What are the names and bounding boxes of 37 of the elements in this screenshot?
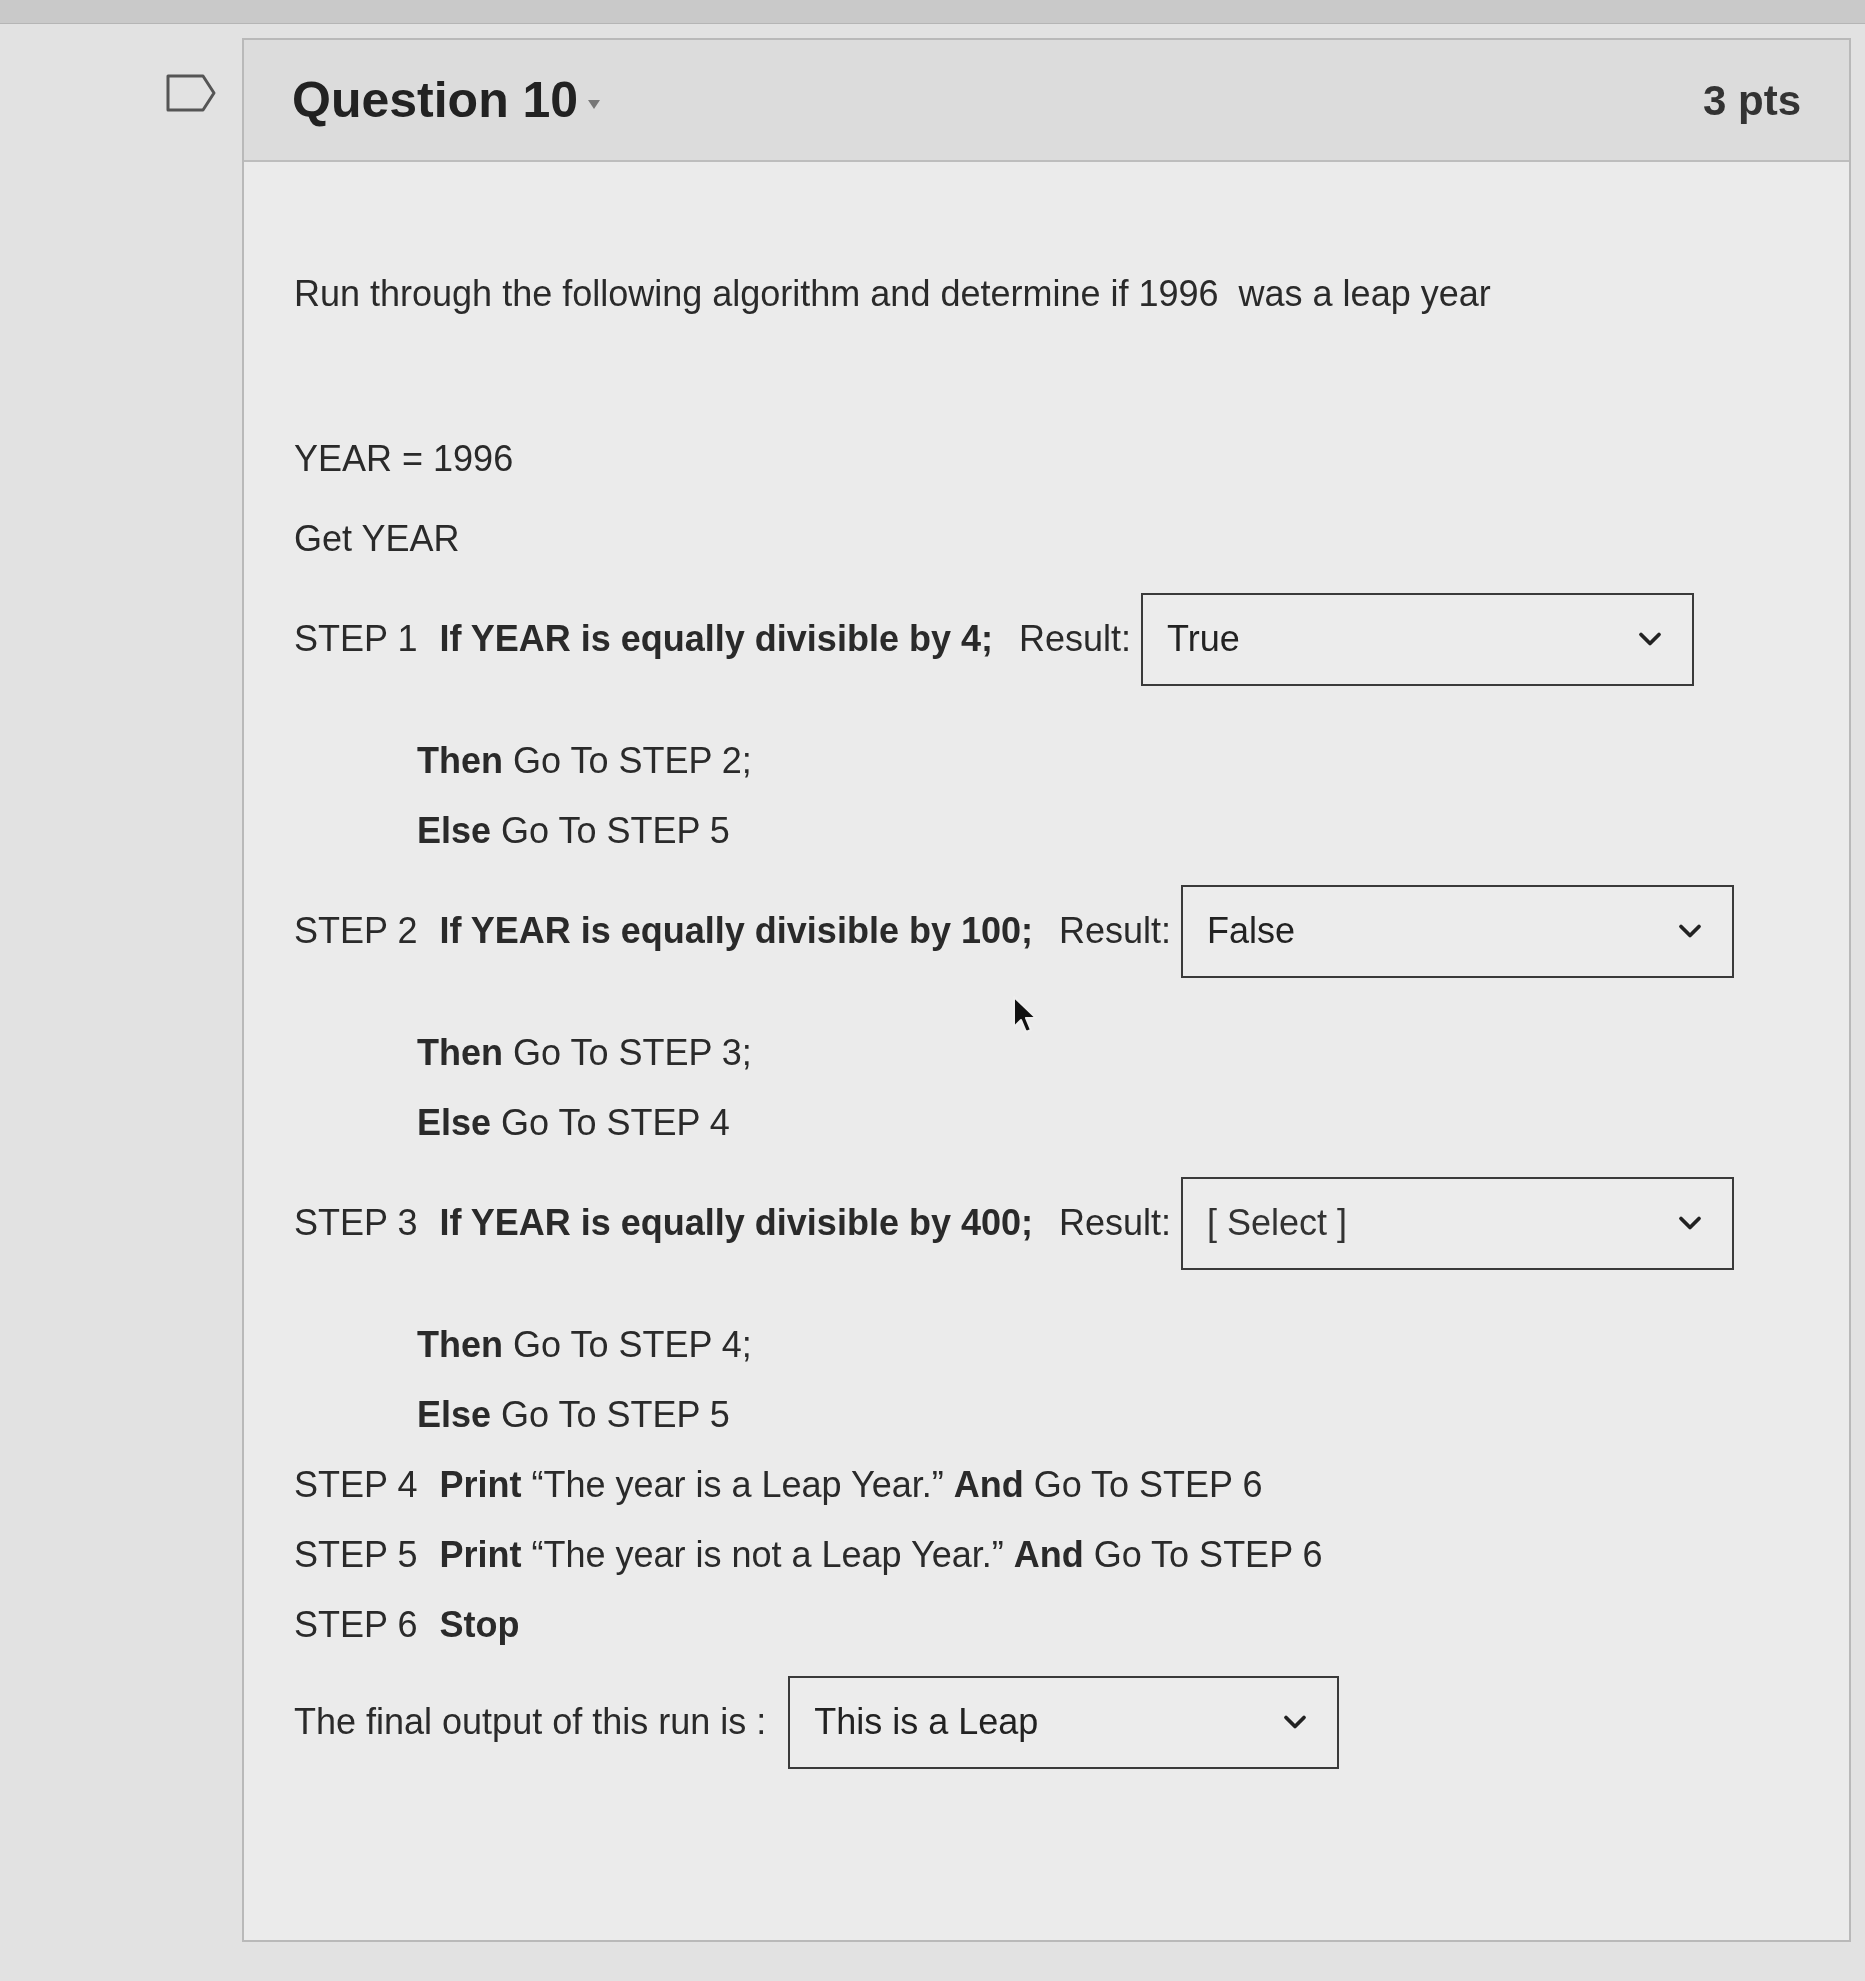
dropdown-select[interactable]: False: [1181, 884, 1734, 978]
step-text: If YEAR is equally divisible by 400;: [439, 1201, 1033, 1245]
result-label: Result:: [1058, 1201, 1171, 1245]
branch-line: Then Go To STEP 4;: [417, 1323, 752, 1367]
selected-value: False: [1207, 909, 1296, 953]
branch-line: Then Go To STEP 2;: [417, 739, 752, 783]
final-output-label: The final output of this run is :: [294, 1700, 767, 1744]
question-prompt: Run through the following algorithm and determine if 1996 was a leap year: [294, 272, 1491, 316]
dropdown-select[interactable]: [ Select ]: [1181, 1176, 1734, 1270]
result-label: Result:: [1018, 617, 1131, 661]
selected-value: True: [1167, 617, 1240, 661]
dropdown-select[interactable]: True: [1141, 592, 1694, 686]
dropdown-select[interactable]: This is a Leap: [788, 1675, 1340, 1769]
flag-icon: [165, 73, 217, 113]
placeholder-text: [ Select ]: [1207, 1201, 1348, 1245]
step-text: If YEAR is equally divisible by 4;: [439, 617, 993, 661]
caret-icon: [588, 100, 601, 110]
branch-line: Else Go To STEP 5: [417, 1393, 730, 1437]
code-line: YEAR = 1996: [294, 437, 514, 481]
step-label: STEP 3: [294, 1201, 418, 1245]
step-label: STEP 1: [294, 617, 418, 661]
step-text: Stop: [439, 1603, 520, 1647]
step-label: STEP 4: [294, 1463, 418, 1507]
step-text: Print “The year is a Leap Year.” And Go To STEP 6: [439, 1463, 1263, 1507]
step-text: Print “The year is not a Leap Year.” And Go To STEP 6: [439, 1533, 1323, 1577]
branch-line: Else Go To STEP 5: [417, 809, 730, 853]
step-label: STEP 2: [294, 909, 418, 953]
code-line: Get YEAR: [294, 517, 460, 561]
question-title: Question 10: [292, 70, 579, 130]
step-label: STEP 5: [294, 1533, 418, 1577]
result-label: Result:: [1058, 909, 1171, 953]
branch-line: Then Go To STEP 3;: [417, 1031, 752, 1075]
selected-value: This is a Leap: [814, 1700, 1039, 1744]
step-text: If YEAR is equally divisible by 100;: [439, 909, 1033, 953]
step-label: STEP 6: [294, 1603, 418, 1647]
branch-line: Else Go To STEP 4: [417, 1101, 730, 1145]
points-label: 3 pts: [1702, 75, 1801, 126]
